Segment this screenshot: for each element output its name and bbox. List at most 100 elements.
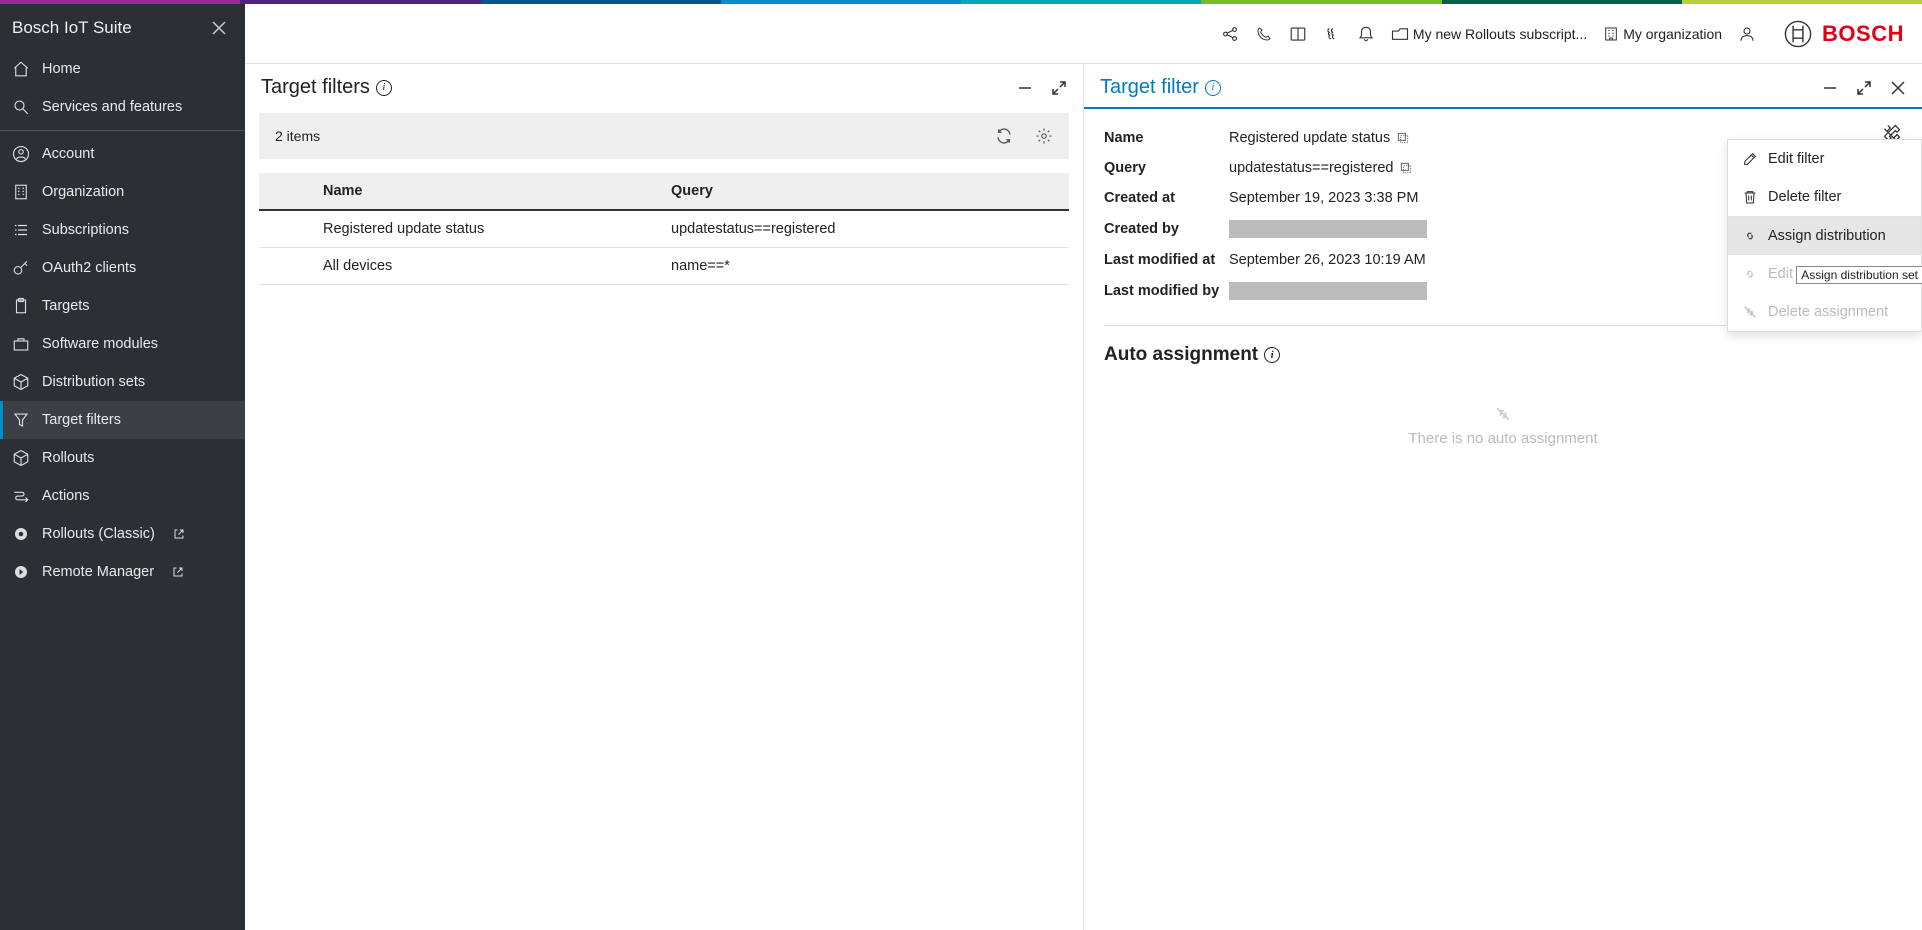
- book-icon[interactable]: [1289, 25, 1307, 43]
- sidebar-item-target-filters[interactable]: Target filters: [0, 401, 245, 439]
- refresh-icon[interactable]: [995, 127, 1013, 145]
- phone-icon[interactable]: [1255, 25, 1273, 43]
- sidebar-item-organization[interactable]: Organization: [0, 173, 245, 211]
- cm-delete-filter[interactable]: Delete filter: [1728, 178, 1921, 216]
- circle-dot-icon: [12, 525, 30, 543]
- gear-icon[interactable]: [1035, 127, 1053, 145]
- link-pencil-icon: [1742, 266, 1758, 282]
- detail-query-value: updatestatus==registered: [1229, 160, 1393, 176]
- bell-icon[interactable]: [1357, 25, 1375, 43]
- user-circle-icon: [12, 145, 30, 163]
- sidebar-item-remote-manager[interactable]: Remote Manager: [0, 553, 245, 591]
- sidebar-item-oauth2-clients[interactable]: OAuth2 clients: [0, 249, 245, 287]
- filter-icon: [12, 411, 30, 429]
- table-row[interactable]: All devicesname==*: [259, 248, 1069, 285]
- sidebar-item-label: Actions: [42, 488, 90, 504]
- sidebar-item-label: Organization: [42, 184, 124, 200]
- cm-delete-assignment: Delete assignment: [1728, 293, 1921, 331]
- bosch-wordmark: BOSCH: [1822, 21, 1904, 47]
- sidebar-item-rollouts[interactable]: Rollouts: [0, 439, 245, 477]
- clipboard-icon: [12, 297, 30, 315]
- topbar: My new Rollouts subscript... My organiza…: [245, 4, 1922, 64]
- sidebar-item-account[interactable]: Account: [0, 135, 245, 173]
- sidebar-item-services-and-features[interactable]: Services and features: [0, 88, 245, 126]
- sidebar-item-label: Rollouts: [42, 450, 94, 466]
- building-icon: [12, 183, 30, 201]
- detail-createdby-value: [1229, 220, 1427, 238]
- minimize-icon[interactable]: [1017, 80, 1033, 96]
- external-link-icon: [172, 566, 184, 578]
- detail-createdby-label: Created by: [1104, 221, 1229, 237]
- sidebar-item-software-modules[interactable]: Software modules: [0, 325, 245, 363]
- sidebar-item-label: OAuth2 clients: [42, 260, 136, 276]
- target-filters-panel: Target filters i 2 items: [245, 64, 1084, 930]
- auto-assignment-title: Auto assignment i: [1104, 344, 1902, 366]
- sidebar-item-actions[interactable]: Actions: [0, 477, 245, 515]
- sidebar-item-label: Rollouts (Classic): [42, 526, 155, 542]
- share-icon[interactable]: [1221, 25, 1239, 43]
- paragraph-icon[interactable]: [1323, 25, 1341, 43]
- sidebar: Bosch IoT Suite Home Services and feature…: [0, 4, 245, 930]
- unlink-icon: [1742, 304, 1758, 320]
- sidebar-item-label: Services and features: [42, 99, 182, 115]
- flow-icon: [12, 487, 30, 505]
- close-icon[interactable]: [1890, 80, 1906, 96]
- auto-assignment-empty-text: There is no auto assignment: [1104, 430, 1902, 447]
- cube-icon: [12, 449, 30, 467]
- col-query[interactable]: Query: [657, 173, 1069, 209]
- items-bar: 2 items: [259, 113, 1069, 159]
- col-name[interactable]: Name: [309, 173, 657, 209]
- row-name: Registered update status: [309, 211, 657, 247]
- info-icon[interactable]: i: [1205, 80, 1221, 96]
- sidebar-item-label: Distribution sets: [42, 374, 145, 390]
- detail-modifiedat-value: September 26, 2023 10:19 AM: [1229, 252, 1426, 268]
- detail-createdat-label: Created at: [1104, 190, 1229, 206]
- circle-arrow-icon: [12, 563, 30, 581]
- sidebar-item-label: Software modules: [42, 336, 158, 352]
- sidebar-item-label: Targets: [42, 298, 90, 314]
- target-filter-detail-panel: Target filter i: [1084, 64, 1922, 930]
- sidebar-item-home[interactable]: Home: [0, 50, 245, 88]
- bosch-logo[interactable]: BOSCH: [1784, 20, 1904, 48]
- minimize-icon[interactable]: [1822, 80, 1838, 96]
- table-row[interactable]: Registered update statusupdatestatus==re…: [259, 211, 1069, 248]
- items-count: 2 items: [275, 128, 320, 144]
- sidebar-item-label: Subscriptions: [42, 222, 129, 238]
- tooltip: Assign distribution set: [1796, 266, 1922, 284]
- organization-label: My organization: [1623, 26, 1722, 42]
- detail-createdat-value: September 19, 2023 3:38 PM: [1229, 190, 1418, 206]
- sidebar-item-label: Home: [42, 61, 81, 77]
- external-link-icon: [173, 528, 185, 540]
- sidebar-item-distribution-sets[interactable]: Distribution sets: [0, 363, 245, 401]
- cm-assign-distribution[interactable]: Assign distribution: [1728, 217, 1921, 255]
- sidebar-item-label: Target filters: [42, 412, 121, 428]
- detail-modifiedby-label: Last modified by: [1104, 283, 1229, 299]
- info-icon[interactable]: i: [1264, 347, 1280, 363]
- user-icon[interactable]: [1738, 25, 1756, 43]
- detail-name-label: Name: [1104, 130, 1229, 146]
- unlink-icon: [1104, 404, 1902, 424]
- info-icon[interactable]: i: [376, 80, 392, 96]
- subscription-link[interactable]: My new Rollouts subscript...: [1391, 26, 1587, 42]
- cm-edit-filter[interactable]: Edit filter: [1728, 140, 1921, 178]
- trash-icon: [1742, 189, 1758, 205]
- copy-icon[interactable]: [1399, 161, 1413, 175]
- context-menu: Edit filter Delete filter Assign distrib…: [1727, 139, 1922, 332]
- link-icon: [1742, 228, 1758, 244]
- organization-link[interactable]: My organization: [1603, 26, 1722, 42]
- expand-icon[interactable]: [1051, 80, 1067, 96]
- sidebar-item-rollouts-classic-[interactable]: Rollouts (Classic): [0, 515, 245, 553]
- wrench-icon: [12, 98, 30, 116]
- sidebar-title: Bosch IoT Suite: [12, 18, 132, 38]
- key-icon: [12, 259, 30, 277]
- detail-modifiedby-value: [1229, 282, 1427, 300]
- expand-icon[interactable]: [1856, 80, 1872, 96]
- copy-icon[interactable]: [1396, 131, 1410, 145]
- sidebar-item-subscriptions[interactable]: Subscriptions: [0, 211, 245, 249]
- row-name: All devices: [309, 248, 657, 284]
- sidebar-close-icon[interactable]: [211, 20, 227, 36]
- subscription-label: My new Rollouts subscript...: [1413, 26, 1587, 42]
- sidebar-item-targets[interactable]: Targets: [0, 287, 245, 325]
- home-icon: [12, 60, 30, 78]
- row-query: name==*: [657, 248, 1069, 284]
